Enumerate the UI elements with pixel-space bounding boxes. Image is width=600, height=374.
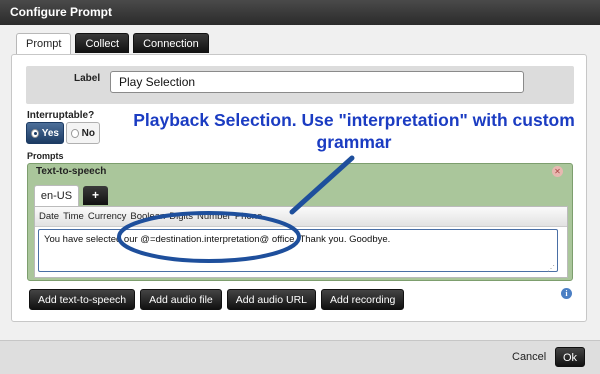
add-language-button[interactable]: + [83, 186, 108, 205]
yes-label: Yes [41, 127, 59, 139]
toolbar-date[interactable]: Date [39, 211, 59, 222]
dialog-title: Configure Prompt [0, 0, 600, 25]
toolbar-currency[interactable]: Currency [88, 211, 127, 222]
interruptable-no-toggle[interactable]: No [66, 122, 100, 144]
dialog-footer [0, 340, 600, 374]
toolbar-digits[interactable]: Digits [169, 211, 193, 222]
tts-panel-header: Text-to-speech [36, 166, 107, 177]
prompts-label: Prompts [27, 151, 64, 161]
tab-collect[interactable]: Collect [75, 33, 130, 53]
tts-editor-toolbar: Date Time Currency Boolean Digits Number… [35, 207, 567, 227]
tts-text-area[interactable]: You have selected our @=destination.inte… [38, 229, 558, 272]
toolbar-time[interactable]: Time [63, 211, 84, 222]
info-icon[interactable]: i [561, 288, 572, 299]
toolbar-phone[interactable]: Phone [235, 211, 262, 222]
annotation-callout-text: Playback Selection. Use "interpretation"… [133, 110, 575, 152]
tab-bar: Prompt Collect Connection [16, 33, 209, 55]
tab-connection[interactable]: Connection [133, 33, 209, 53]
add-text-to-speech-button[interactable]: Add text-to-speech [29, 289, 136, 310]
toolbar-boolean[interactable]: Boolean [130, 211, 165, 222]
add-prompt-buttons: Add text-to-speech Add audio file Add au… [29, 289, 405, 310]
interruptable-yes-toggle[interactable]: Yes [26, 122, 64, 144]
add-audio-url-button[interactable]: Add audio URL [226, 289, 316, 310]
cancel-button[interactable]: Cancel [512, 351, 546, 363]
interruptable-label: Interruptable? [27, 110, 95, 121]
radio-empty-icon [71, 128, 79, 138]
toolbar-number[interactable]: Number [197, 211, 231, 222]
tab-language-en-us[interactable]: en-US [34, 185, 79, 207]
resize-grip-icon[interactable]: ⋰ [547, 264, 555, 273]
no-label: No [81, 127, 95, 139]
tab-prompt[interactable]: Prompt [16, 33, 72, 55]
label-input[interactable] [110, 71, 524, 93]
add-audio-file-button[interactable]: Add audio file [140, 289, 222, 310]
ok-button[interactable]: Ok [555, 347, 585, 367]
radio-selected-icon [31, 128, 39, 138]
close-icon[interactable]: ✕ [552, 166, 563, 177]
add-recording-button[interactable]: Add recording [321, 289, 405, 310]
label-field-label: Label [74, 73, 101, 84]
